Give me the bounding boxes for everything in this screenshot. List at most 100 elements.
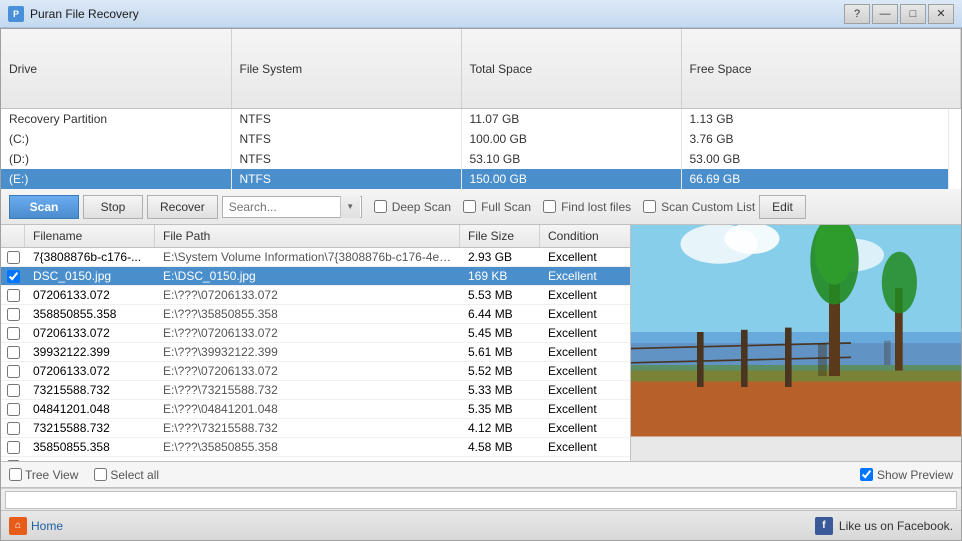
file-check[interactable] bbox=[1, 344, 25, 361]
drive-row[interactable]: (D:) NTFS 53.10 GB 53.00 GB bbox=[1, 149, 949, 169]
file-row[interactable]: 39932122.399 E:\???\39932122.399 5.61 MB… bbox=[1, 343, 630, 362]
file-path-cell: E:\???\07206133.072 bbox=[155, 286, 460, 304]
maximize-button[interactable]: □ bbox=[900, 4, 926, 24]
file-condition-cell: Excellent bbox=[540, 305, 630, 323]
drive-row[interactable]: Recovery Partition NTFS 11.07 GB 1.13 GB bbox=[1, 109, 949, 129]
file-name-cell: 04841201.048 bbox=[25, 400, 155, 418]
file-check[interactable] bbox=[1, 382, 25, 399]
file-condition-cell: Excellent bbox=[540, 362, 630, 380]
file-checkbox[interactable] bbox=[7, 270, 20, 283]
file-size-cell: 5.35 MB bbox=[460, 400, 540, 418]
file-row[interactable]: 07206133.072 E:\???\07206133.072 5.52 MB… bbox=[1, 362, 630, 381]
drive-row[interactable]: (E:) NTFS 150.00 GB 66.69 GB bbox=[1, 169, 949, 189]
help-button[interactable]: ? bbox=[844, 4, 870, 24]
file-check[interactable] bbox=[1, 325, 25, 342]
filesize-col-header: File Size bbox=[460, 225, 540, 247]
file-size-cell: 169 KB bbox=[460, 267, 540, 285]
file-size-cell: 2.93 GB bbox=[460, 248, 540, 266]
file-name-cell: 7{3808876b-c176-... bbox=[25, 248, 155, 266]
file-check[interactable] bbox=[1, 268, 25, 285]
footer: ⌂ Home f Like us on Facebook. bbox=[1, 510, 961, 540]
file-table-body[interactable]: 7{3808876b-c176-... E:\System Volume Inf… bbox=[1, 248, 630, 461]
file-check[interactable] bbox=[1, 363, 25, 380]
file-row[interactable]: 07206133.072 E:\???\07206133.072 5.45 MB… bbox=[1, 324, 630, 343]
freespace-col-header: Free Space bbox=[681, 29, 961, 109]
file-checkbox[interactable] bbox=[7, 403, 20, 416]
file-row[interactable]: 7{3808876b-c176-... E:\System Volume Inf… bbox=[1, 248, 630, 267]
file-check[interactable] bbox=[1, 401, 25, 418]
scan-button[interactable]: Scan bbox=[9, 195, 79, 219]
minimize-button[interactable]: — bbox=[872, 4, 898, 24]
file-check[interactable] bbox=[1, 439, 25, 456]
scan-custom-label: Scan Custom List bbox=[661, 200, 755, 214]
file-checkbox[interactable] bbox=[7, 422, 20, 435]
file-row[interactable]: 35850855.358 E:\???\35850855.358 4.58 MB… bbox=[1, 438, 630, 457]
show-preview-label: Show Preview bbox=[877, 468, 953, 482]
window-controls[interactable]: ? — □ ✕ bbox=[844, 4, 954, 24]
home-link[interactable]: ⌂ Home bbox=[9, 517, 63, 535]
drive-col-header: Drive bbox=[1, 29, 231, 109]
file-check[interactable] bbox=[1, 420, 25, 437]
file-checkbox[interactable] bbox=[7, 346, 20, 359]
file-row[interactable]: 07206133.072 E:\???\07206133.072 5.53 MB… bbox=[1, 286, 630, 305]
full-scan-checkbox[interactable] bbox=[463, 200, 476, 213]
file-checkbox[interactable] bbox=[7, 365, 20, 378]
tree-view-group: Tree View bbox=[9, 468, 78, 482]
drive-row[interactable]: (C:) NTFS 100.00 GB 3.76 GB bbox=[1, 129, 949, 149]
show-preview-checkbox[interactable] bbox=[860, 468, 873, 481]
status-input[interactable] bbox=[5, 491, 957, 509]
drive-scroll-area[interactable]: Recovery Partition NTFS 11.07 GB 1.13 GB… bbox=[1, 109, 961, 189]
select-all-label: Select all bbox=[110, 468, 159, 482]
select-all-checkbox[interactable] bbox=[94, 468, 107, 481]
file-row[interactable]: DSC_0150.jpg E:\DSC_0150.jpg 169 KB Exce… bbox=[1, 267, 630, 286]
filename-col-header: Filename bbox=[25, 225, 155, 247]
file-name-cell: DSC_0150.jpg bbox=[25, 267, 155, 285]
file-checkbox[interactable] bbox=[7, 384, 20, 397]
file-path-cell: E:\???\07206133.072 bbox=[155, 362, 460, 380]
deep-scan-checkbox[interactable] bbox=[374, 200, 387, 213]
file-check[interactable] bbox=[1, 287, 25, 304]
file-row[interactable]: 73215588.732 E:\???\73215588.732 4.12 MB… bbox=[1, 419, 630, 438]
edit-button[interactable]: Edit bbox=[759, 195, 806, 219]
file-checkbox[interactable] bbox=[7, 441, 20, 454]
tree-view-checkbox[interactable] bbox=[9, 468, 22, 481]
full-scan-label: Full Scan bbox=[481, 200, 531, 214]
file-checkbox[interactable] bbox=[7, 289, 20, 302]
file-checkbox[interactable] bbox=[7, 327, 20, 340]
facebook-group: f Like us on Facebook. bbox=[815, 517, 953, 535]
total-cell: 100.00 GB bbox=[461, 129, 681, 149]
file-name-cell: 73215588.732 bbox=[25, 381, 155, 399]
drive-cell: (D:) bbox=[1, 149, 231, 169]
find-lost-label: Find lost files bbox=[561, 200, 631, 214]
file-check[interactable] bbox=[1, 249, 25, 266]
file-size-cell: 4.12 MB bbox=[460, 419, 540, 437]
file-size-cell: 5.33 MB bbox=[460, 381, 540, 399]
file-name-cell: 39932122.399 bbox=[25, 343, 155, 361]
file-name-cell: 35850855.358 bbox=[25, 438, 155, 456]
facebook-icon: f bbox=[815, 517, 833, 535]
file-list-panel: Filename File Path File Size Condition 7… bbox=[1, 225, 631, 461]
file-condition-cell: Excellent bbox=[540, 400, 630, 418]
scan-custom-checkbox[interactable] bbox=[643, 200, 656, 213]
find-lost-checkbox[interactable] bbox=[543, 200, 556, 213]
search-dropdown-arrow[interactable]: ▼ bbox=[340, 196, 360, 218]
close-button[interactable]: ✕ bbox=[928, 4, 954, 24]
file-check[interactable] bbox=[1, 306, 25, 323]
filepath-col-header: File Path bbox=[155, 225, 460, 247]
preview-panel bbox=[631, 225, 961, 461]
fs-cell: NTFS bbox=[231, 149, 461, 169]
tree-view-label: Tree View bbox=[25, 468, 78, 482]
file-row[interactable]: 358850855.358 E:\???\35850855.358 6.44 M… bbox=[1, 305, 630, 324]
file-row[interactable]: 73215588.732 E:\???\73215588.732 5.33 MB… bbox=[1, 381, 630, 400]
recover-button[interactable]: Recover bbox=[147, 195, 218, 219]
file-row[interactable]: 04841201.048 E:\???\04841201.048 5.35 MB… bbox=[1, 400, 630, 419]
stop-button[interactable]: Stop bbox=[83, 195, 143, 219]
file-checkbox[interactable] bbox=[7, 308, 20, 321]
toolbar: Scan Stop Recover ▼ Deep Scan Full Scan … bbox=[1, 189, 961, 225]
titlebar: P Puran File Recovery ? — □ ✕ bbox=[0, 0, 962, 28]
file-checkbox[interactable] bbox=[7, 251, 20, 264]
file-path-cell: E:\???\73215588.732 bbox=[155, 419, 460, 437]
select-all-group: Select all bbox=[94, 468, 159, 482]
free-cell: 3.76 GB bbox=[681, 129, 949, 149]
file-path-cell: E:\???\04841201.048 bbox=[155, 400, 460, 418]
